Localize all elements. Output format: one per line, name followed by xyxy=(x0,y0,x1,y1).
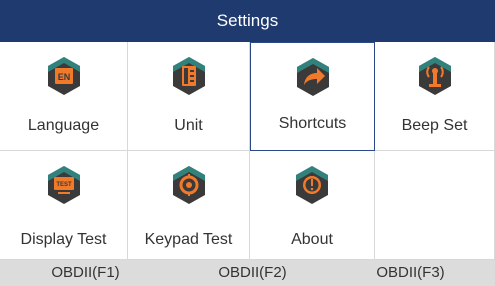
about-tile[interactable]: About xyxy=(250,151,375,260)
page-title: Settings xyxy=(216,11,279,30)
svg-text:TEST: TEST xyxy=(56,182,72,188)
settings-grid: EN Language Unit Shortcuts Beep Set TEST… xyxy=(0,42,495,260)
keypad-test-icon xyxy=(172,166,205,204)
beep-set-label: Beep Set xyxy=(401,117,468,134)
shortcuts-tile[interactable]: Shortcuts xyxy=(250,42,375,151)
language-tile[interactable]: EN Language xyxy=(0,42,128,151)
unit-label: Unit xyxy=(174,117,203,134)
language-icon: EN xyxy=(47,57,80,95)
keypad-test-tile[interactable]: Keypad Test xyxy=(128,151,250,260)
keypad-test-label: Keypad Test xyxy=(144,231,233,248)
beep-icon xyxy=(418,57,451,95)
f2-key[interactable]: OBDII(F2) xyxy=(170,264,335,281)
about-label: About xyxy=(291,231,333,248)
title-bar: Settings xyxy=(0,0,495,42)
f3-key[interactable]: OBDII(F3) xyxy=(328,264,493,281)
shortcuts-icon xyxy=(296,58,329,96)
language-label: Language xyxy=(27,117,100,134)
svg-text:EN: EN xyxy=(57,72,70,82)
shortcuts-label: Shortcuts xyxy=(278,115,347,132)
f1-key[interactable]: OBDII(F1) xyxy=(3,264,168,281)
beep-set-tile[interactable]: Beep Set xyxy=(375,42,495,151)
about-icon xyxy=(296,166,328,204)
unit-tile[interactable]: Unit xyxy=(128,42,250,151)
display-test-tile[interactable]: TEST Display Test xyxy=(0,151,128,260)
display-test-label: Display Test xyxy=(20,231,107,248)
empty-tile xyxy=(375,151,495,260)
display-test-icon: TEST xyxy=(47,166,80,204)
settings-screen: Settings EN Language Unit Shortcuts Beep… xyxy=(0,0,495,286)
unit-icon xyxy=(172,57,205,95)
function-key-bar: OBDII(F1) OBDII(F2) OBDII(F3) xyxy=(0,260,495,286)
